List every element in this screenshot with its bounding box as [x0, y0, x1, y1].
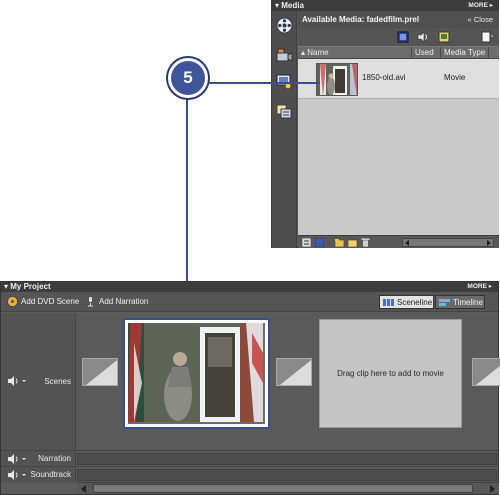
clip-name: 1850-old.avi — [362, 73, 406, 82]
sceneline-button[interactable]: Sceneline — [379, 295, 434, 309]
add-dvd-scene-button[interactable]: Add DVD Scene — [7, 292, 79, 312]
available-media-header: Available Media: fadedfilm.prel « Close — [298, 11, 499, 28]
media-type-column-label: Media Type — [444, 48, 486, 57]
project-horizontal-scrollbar[interactable] — [77, 482, 499, 494]
icon-view-icon[interactable] — [315, 238, 324, 247]
media-panel-title: Media — [281, 1, 304, 10]
add-narration-label: Add Narration — [99, 297, 149, 306]
narration-lane[interactable] — [77, 453, 497, 465]
timeline-icon — [439, 299, 450, 306]
timeline-button[interactable]: Timeline — [435, 295, 485, 309]
media-panel-titlebar: ▾ Media MORE ▸ — [272, 1, 498, 11]
scenes-track-label: Scenes — [44, 377, 71, 386]
new-folder-icon[interactable] — [348, 238, 357, 247]
project-more-button[interactable]: MORE ▸ — [467, 282, 492, 292]
transition-slot[interactable] — [276, 358, 312, 386]
close-button[interactable]: « Close — [468, 11, 493, 28]
soundtrack-track-header: Soundtrack — [1, 467, 76, 483]
scroll-left-icon[interactable] — [405, 240, 409, 246]
media-more-label: MORE — [468, 2, 488, 9]
available-media-label: Available Media: fadedfilm.prel — [302, 15, 420, 24]
clip-media-type: Movie — [444, 73, 466, 82]
step-callout: 5 — [168, 58, 208, 98]
drop-hint-text: Drag clip here to add to movie — [337, 369, 444, 378]
trash-icon[interactable] — [361, 238, 370, 247]
media-horizontal-scrollbar[interactable] — [402, 238, 494, 247]
speaker-icon[interactable] — [7, 453, 29, 465]
media-bottom-toolbar — [298, 235, 499, 248]
organizer-icon[interactable] — [276, 103, 293, 120]
add-dvd-scene-label: Add DVD Scene — [21, 297, 80, 306]
media-more-button[interactable]: MORE ▸ — [468, 1, 493, 11]
name-column-label: Name — [307, 48, 329, 57]
scrollbar-thumb[interactable] — [93, 484, 473, 493]
narration-track: Narration — [1, 450, 498, 467]
transition-slot[interactable] — [472, 358, 500, 386]
scroll-right-icon[interactable] — [490, 485, 495, 493]
dvd-scene-icon — [7, 296, 18, 308]
camera-icon[interactable] — [276, 47, 293, 64]
speaker-icon[interactable] — [7, 375, 29, 387]
used-column-header[interactable]: Used — [412, 47, 441, 59]
add-narration-button[interactable]: Add Narration — [85, 292, 148, 312]
scroll-left-icon[interactable] — [81, 485, 86, 493]
image-filter-icon[interactable] — [438, 31, 450, 43]
scene-clip-thumbnail — [128, 323, 265, 424]
media-type-column-header[interactable]: Media Type — [441, 47, 489, 59]
project-panel-title: My Project — [10, 282, 51, 291]
narration-track-header: Narration — [1, 451, 76, 467]
scene-clip[interactable] — [123, 318, 270, 429]
close-label: Close — [473, 15, 493, 24]
video-filter-icon[interactable] — [397, 31, 409, 43]
media-column-headers: ▴ Name Used Media Type — [298, 46, 499, 59]
project-panel-titlebar: ▾ My Project MORE ▸ — [1, 282, 498, 292]
sceneline-label: Sceneline — [397, 298, 433, 307]
soundtrack-track: Soundtrack — [1, 466, 498, 483]
list-item[interactable]: 1850-old.avi Movie — [298, 59, 499, 99]
scene-strip: Drag clip here to add to movie — [77, 313, 500, 450]
sceneline-icon — [383, 299, 394, 306]
microphone-icon — [88, 296, 93, 307]
scenes-track: Scenes Drag clip here to add to movie — [1, 313, 500, 450]
media-view-toolbar — [298, 28, 499, 46]
media-list: 1850-old.avi Movie — [298, 59, 499, 235]
used-column-label: Used — [415, 48, 434, 57]
clip-thumbnail[interactable] — [316, 63, 358, 96]
audio-filter-icon[interactable] — [417, 31, 429, 43]
speaker-icon[interactable] — [7, 469, 29, 481]
soundtrack-lane[interactable] — [77, 469, 497, 481]
timeline-label: Timeline — [453, 298, 483, 307]
project-more-label: MORE — [467, 283, 487, 290]
folder-icon[interactable] — [335, 238, 344, 247]
media-sidebar — [272, 11, 297, 248]
project-panel: ▾ My Project MORE ▸ Add DVD Scene Add Na… — [0, 281, 500, 495]
scroll-right-icon[interactable] — [487, 240, 491, 246]
transition-slot[interactable] — [82, 358, 118, 386]
media-panel: ▾ Media MORE ▸ Available Media: fadedfil — [271, 0, 499, 248]
new-item-icon[interactable] — [481, 31, 493, 43]
name-column-header[interactable]: ▴ Name — [298, 47, 412, 59]
project-toolbar: Add DVD Scene Add Narration Sceneline Ti… — [1, 292, 498, 312]
narration-track-label: Narration — [38, 454, 71, 463]
soundtrack-track-label: Soundtrack — [30, 470, 71, 479]
list-view-icon[interactable] — [302, 238, 311, 247]
scenes-track-header: Scenes — [1, 313, 76, 450]
drop-target[interactable]: Drag clip here to add to movie — [319, 319, 462, 428]
film-reel-icon[interactable] — [276, 17, 293, 34]
